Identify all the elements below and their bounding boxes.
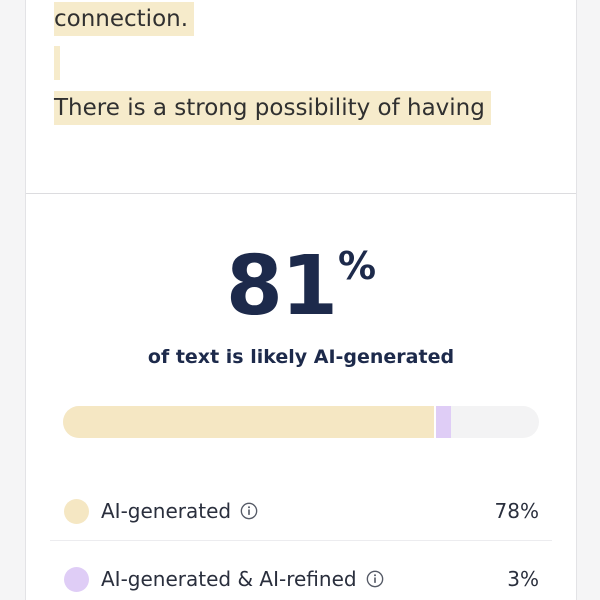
- ai-score: 81%: [26, 244, 576, 328]
- highlighted-text-line: connection.: [54, 2, 195, 36]
- highlighted-text-panel: connection. There is a strong possibilit…: [26, 0, 576, 194]
- ai-score-unit: %: [338, 244, 377, 288]
- ai-detection-card: connection. There is a strong possibilit…: [25, 0, 577, 600]
- score-panel: 81% of text is likely AI-generated AI-ge…: [26, 194, 576, 600]
- info-icon[interactable]: [366, 570, 384, 588]
- ai-score-caption: of text is likely AI-generated: [147, 346, 455, 368]
- breakdown-value: 78%: [494, 499, 539, 523]
- breakdown-label: AI-generated & AI-refined: [101, 567, 357, 591]
- breakdown-value: 3%: [507, 567, 539, 591]
- breakdown-label: AI-generated: [101, 499, 232, 523]
- bar-segment-ai-generated: [63, 406, 435, 438]
- highlighted-text-line: There is a strong possibility of having: [54, 91, 491, 125]
- ai-score-value: 81: [225, 239, 338, 334]
- legend-dot: [64, 566, 89, 592]
- breakdown-row-ai-refined: AI-generated & AI-refined 3%: [50, 550, 552, 600]
- highlighted-blank-line: [54, 46, 60, 80]
- breakdown-row-ai-generated: AI-generated 78%: [50, 482, 552, 541]
- score-progress-bar: [63, 406, 539, 438]
- legend-dot: [64, 498, 89, 524]
- bar-segment-ai-refined: [434, 406, 451, 438]
- info-icon[interactable]: [240, 502, 258, 520]
